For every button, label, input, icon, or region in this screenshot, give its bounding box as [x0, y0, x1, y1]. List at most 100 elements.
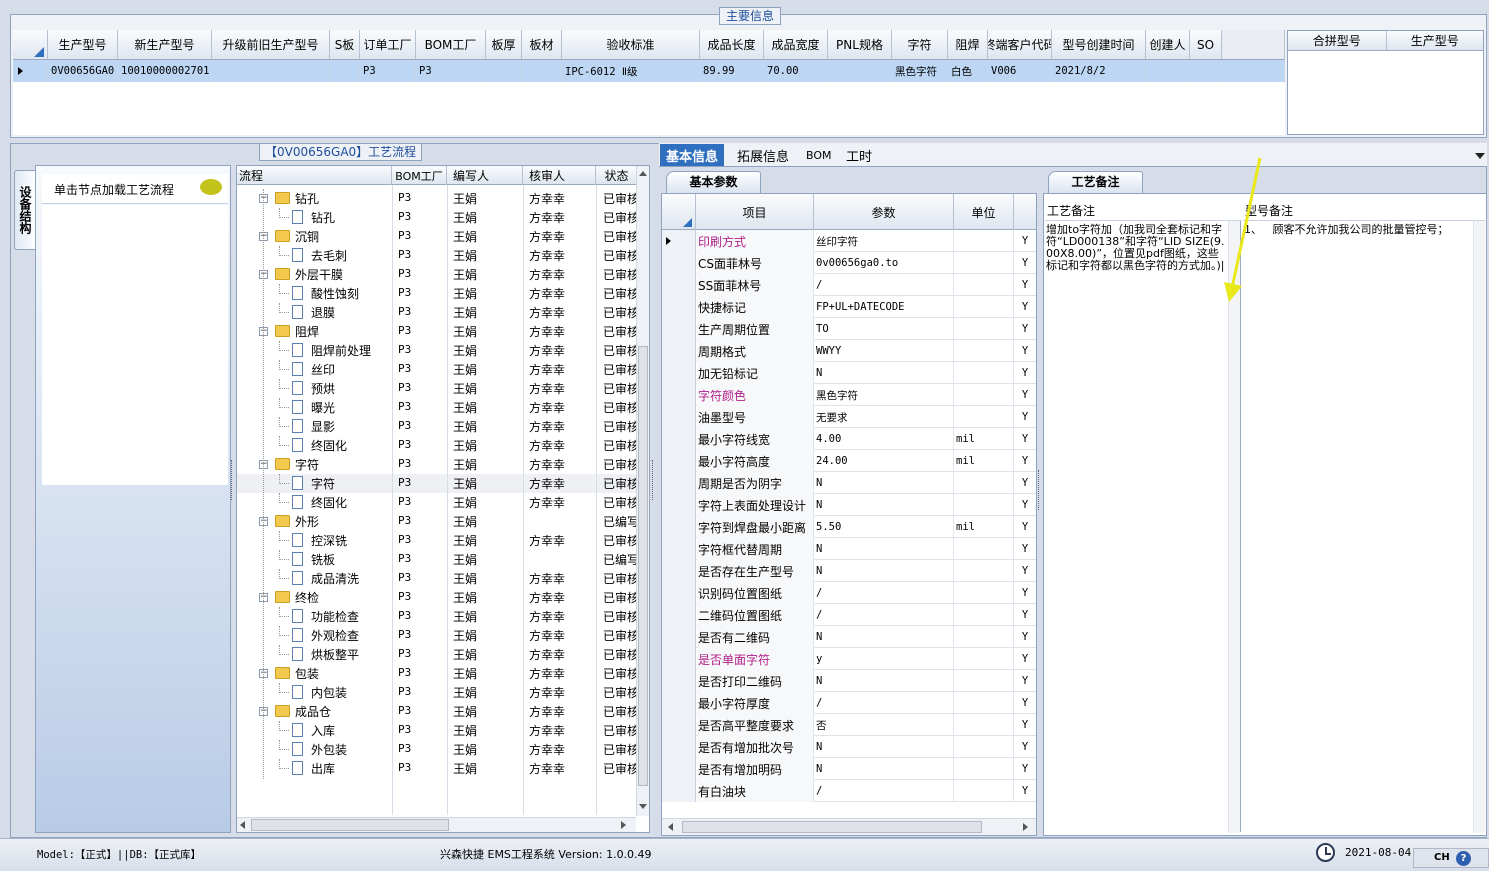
basic-params-grid[interactable]: 项目 参数 单位 印刷方式 丝印字符 Y CS面菲林号 0v00656ga0.to Y SS… — [661, 193, 1037, 836]
main-cell-5[interactable]: P3 — [416, 60, 486, 82]
param-row[interactable]: 字符框代替周期 N Y — [662, 538, 1036, 560]
process-remarks-textarea[interactable]: 增加to字符加（加我司全套标记和字符“LD000138”和字符“LID SIZE… — [1045, 220, 1241, 833]
main-cell-6[interactable] — [486, 60, 522, 82]
scroll-right-icon[interactable] — [621, 821, 626, 829]
param-value[interactable]: N — [814, 736, 954, 758]
param-row[interactable]: 最小字符厚度 / Y — [662, 692, 1036, 714]
tab-extended-info[interactable]: 拓展信息 — [731, 144, 795, 166]
param-row[interactable]: 是否单面字符 y Y — [662, 648, 1036, 670]
param-value[interactable]: N — [814, 626, 954, 648]
basic-params-tab[interactable]: 基本参数 — [666, 171, 761, 193]
row-selector[interactable] — [662, 714, 696, 736]
main-cell-13[interactable]: 白色 — [948, 60, 988, 82]
flow-tree-row[interactable]: − 阻焊 P3 王娟 方幸幸 已审核 — [237, 322, 639, 341]
main-cell-1[interactable]: 10010000002701 — [118, 60, 212, 82]
param-row[interactable]: 识别码位置图纸 / Y — [662, 582, 1036, 604]
param-value[interactable]: / — [814, 692, 954, 714]
param-value[interactable]: / — [814, 274, 954, 296]
tab-basic-info[interactable]: 基本信息 — [660, 144, 725, 166]
param-value[interactable]: 否 — [814, 714, 954, 736]
splitter-right[interactable] — [1038, 470, 1042, 510]
main-cell-12[interactable]: 黑色字符 — [892, 60, 948, 82]
param-row[interactable]: 字符到焊盘最小距离 5.50 mil Y — [662, 516, 1036, 538]
row-selector[interactable] — [662, 516, 696, 538]
param-value[interactable]: FP+UL+DATECODE — [814, 296, 954, 318]
flow-tree-row[interactable]: − 外形 P3 王娟 已编写 — [237, 512, 639, 531]
param-value[interactable]: 5.50 — [814, 516, 954, 538]
row-selector[interactable] — [662, 582, 696, 604]
flow-vscroll-thumb[interactable] — [638, 346, 648, 786]
param-value[interactable]: 0v00656ga0.to — [814, 252, 954, 274]
row-selector[interactable] — [662, 450, 696, 472]
param-value[interactable]: WWYY — [814, 340, 954, 362]
scroll-left-icon[interactable] — [668, 823, 673, 831]
param-value[interactable]: 黑色字符 — [814, 384, 954, 406]
flow-tree-row[interactable]: 出库 P3 王娟 方幸幸 已审核 — [237, 759, 639, 778]
param-value[interactable]: N — [814, 560, 954, 582]
flow-tree-row[interactable]: 内包装 P3 王娟 方幸幸 已审核 — [237, 683, 639, 702]
row-selector[interactable] — [662, 296, 696, 318]
splitter-mid[interactable] — [652, 460, 656, 500]
param-row[interactable]: 是否有二维码 N Y — [662, 626, 1036, 648]
row-selector[interactable] — [662, 472, 696, 494]
param-row[interactable]: 是否打印二维码 N Y — [662, 670, 1036, 692]
chevron-down-icon[interactable] — [1475, 153, 1485, 159]
row-selector[interactable] — [662, 340, 696, 362]
flow-tree-row[interactable]: 入库 P3 王娟 方幸幸 已审核 — [237, 721, 639, 740]
param-row[interactable]: 二维码位置图纸 / Y — [662, 604, 1036, 626]
param-row[interactable]: 生产周期位置 TO Y — [662, 318, 1036, 340]
main-cell-8[interactable]: IPC-6012 Ⅱ级 — [562, 60, 700, 82]
param-row[interactable]: 周期是否为阴字 N Y — [662, 472, 1036, 494]
param-row[interactable]: 加无铅标记 N Y — [662, 362, 1036, 384]
param-value[interactable]: N — [814, 472, 954, 494]
param-value[interactable]: / — [814, 582, 954, 604]
flow-tree-row[interactable]: 字符 P3 王娟 方幸幸 已审核 — [237, 474, 639, 493]
main-cell-10[interactable]: 70.00 — [764, 60, 828, 82]
flow-tree-row[interactable]: 外观检查 P3 王娟 方幸幸 已审核 — [237, 626, 639, 645]
help-icon[interactable]: ? — [1456, 851, 1471, 866]
main-cell-14[interactable]: V006 — [988, 60, 1052, 82]
flow-tree-row[interactable]: 丝印 P3 王娟 方幸幸 已审核 — [237, 360, 639, 379]
row-selector[interactable] — [662, 758, 696, 780]
scroll-down-icon[interactable] — [639, 804, 647, 809]
tab-hours[interactable]: 工时 — [840, 144, 878, 166]
row-selector[interactable] — [662, 692, 696, 714]
flow-tree-row[interactable]: 退膜 P3 王娟 方幸幸 已审核 — [237, 303, 639, 322]
main-cell-11[interactable] — [828, 60, 892, 82]
flow-tree-row[interactable]: − 字符 P3 王娟 方幸幸 已审核 — [237, 455, 639, 474]
param-value[interactable]: N — [814, 538, 954, 560]
load-flow-item[interactable]: 单击节点加载工艺流程 — [42, 174, 228, 204]
flow-hscroll-thumb[interactable] — [251, 819, 449, 831]
flow-tree-row[interactable]: 功能检查 P3 王娟 方幸幸 已审核 — [237, 607, 639, 626]
params-hscroll-thumb[interactable] — [682, 821, 982, 833]
row-selector[interactable] — [662, 736, 696, 758]
param-row[interactable]: SS面菲林号 / Y — [662, 274, 1036, 296]
row-selector[interactable] — [662, 274, 696, 296]
row-selector[interactable] — [662, 318, 696, 340]
row-selector[interactable] — [662, 780, 696, 802]
main-info-row[interactable]: 0V00656GA0 10010000002701 P3 P3 IPC-6012 Ⅱ级 8… — [13, 60, 1285, 82]
flow-tree-row[interactable]: 曝光 P3 王娟 方幸幸 已审核 — [237, 398, 639, 417]
param-value[interactable]: / — [814, 604, 954, 626]
row-selector[interactable] — [662, 494, 696, 516]
row-selector[interactable] — [662, 428, 696, 450]
param-row[interactable]: 是否高平整度要求否 Y — [662, 714, 1036, 736]
flow-tree-row[interactable]: 控深铣 P3 王娟 方幸幸 已审核 — [237, 531, 639, 550]
main-cell-0[interactable]: 0V00656GA0 — [48, 60, 118, 82]
param-value[interactable]: y — [814, 648, 954, 670]
flow-tree-row[interactable]: − 外层干膜 P3 王娟 方幸幸 已审核 — [237, 265, 639, 284]
main-cell-17[interactable] — [1190, 60, 1222, 82]
flow-tree-row[interactable]: 预烘 P3 王娟 方幸幸 已审核 — [237, 379, 639, 398]
param-value[interactable]: 无要求 — [814, 406, 954, 428]
scroll-right-icon[interactable] — [1023, 823, 1028, 831]
main-cell-7[interactable] — [522, 60, 562, 82]
model-remarks-textarea[interactable]: 1、 顾客不允许加我公司的批量管控号； — [1243, 220, 1485, 833]
param-row[interactable]: CS面菲林号 0v00656ga0.to Y — [662, 252, 1036, 274]
flow-vscroll[interactable] — [636, 166, 649, 816]
splitter-left[interactable] — [231, 460, 235, 500]
param-value[interactable]: / — [814, 780, 954, 802]
tab-bom[interactable]: BOM — [800, 144, 838, 166]
main-cell-9[interactable]: 89.99 — [700, 60, 764, 82]
row-selector[interactable] — [662, 670, 696, 692]
row-selector[interactable] — [662, 604, 696, 626]
